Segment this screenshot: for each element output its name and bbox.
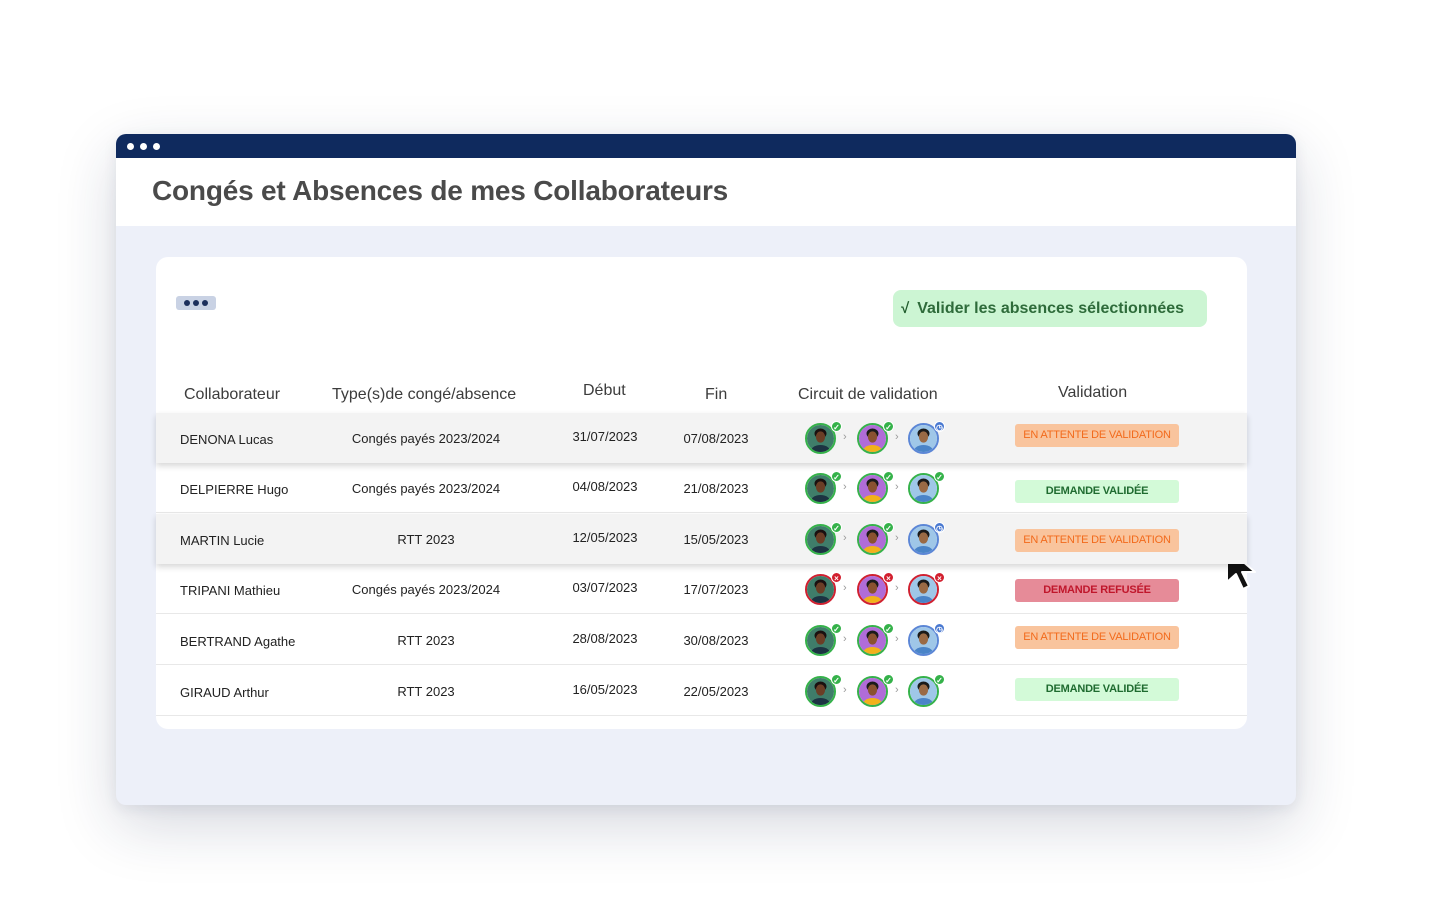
table-row[interactable]: MARTIN Lucie RTT 2023 12/05/2023 15/05/2023… <box>156 514 1247 564</box>
approved-check-icon: ✓ <box>934 471 945 482</box>
cell-name: MARTIN Lucie <box>180 533 265 548</box>
cell-type: Congés payés 2023/2024 <box>351 481 501 496</box>
table-row[interactable]: DELPIERRE Hugo Congés payés 2023/2024 04/0… <box>156 463 1247 513</box>
cell-name: BERTRAND Agathe <box>180 634 296 649</box>
chevron-right-icon: › <box>843 481 847 493</box>
window-dot-icon[interactable] <box>153 142 160 150</box>
cell-start: 31/07/2023 <box>572 429 638 444</box>
status-badge: DEMANDE VALIDÉE <box>1015 480 1179 503</box>
cell-start: 28/08/2023 <box>572 631 638 646</box>
cell-end: 22/05/2023 <box>683 684 749 699</box>
cell-start: 03/07/2023 <box>572 580 638 595</box>
check-icon: √ <box>901 300 910 317</box>
table-row[interactable]: GIRAUD Arthur RTT 2023 16/05/2023 22/05/202… <box>156 666 1247 716</box>
validation-circuit: ✓ ✓ ◷ › › <box>805 623 945 657</box>
cell-name: DENONA Lucas <box>180 432 274 447</box>
approved-check-icon: ✓ <box>883 674 894 685</box>
cell-start: 12/05/2023 <box>572 530 638 545</box>
more-icon <box>202 300 208 306</box>
more-icon <box>193 300 199 306</box>
approved-check-icon: ✓ <box>883 522 894 533</box>
refused-cross-icon: × <box>934 572 945 583</box>
validation-circuit: × × × › › <box>805 572 945 606</box>
app-window: Congés et Absences de mes Collaborateurs… <box>116 134 1296 805</box>
pending-clock-icon: ◷ <box>934 522 945 533</box>
cell-type: Congés payés 2023/2024 <box>351 582 501 597</box>
approved-check-icon: ✓ <box>934 674 945 685</box>
approved-check-icon: ✓ <box>883 623 894 634</box>
chevron-right-icon: › <box>843 431 847 443</box>
chevron-right-icon: › <box>895 481 899 493</box>
window-dot-icon[interactable] <box>140 142 147 150</box>
chevron-right-icon: › <box>895 431 899 443</box>
cell-type: Congés payés 2023/2024 <box>351 431 501 446</box>
more-icon <box>184 300 190 306</box>
chevron-right-icon: › <box>895 532 899 544</box>
validation-circuit: ✓ ✓ ◷ › › <box>805 421 945 455</box>
header-collaborateur[interactable]: Collaborateur <box>184 386 280 404</box>
validate-selected-button[interactable]: √ Valider les absences sélectionnées <box>893 290 1207 327</box>
approved-check-icon: ✓ <box>831 623 842 634</box>
cell-end: 21/08/2023 <box>683 481 749 496</box>
chevron-right-icon: › <box>895 633 899 645</box>
cell-end: 17/07/2023 <box>683 582 749 597</box>
header-validation[interactable]: Validation <box>1058 384 1127 402</box>
status-badge: EN ATTENTE DE VALIDATION <box>1015 529 1179 552</box>
page-title: Congés et Absences de mes Collaborateurs <box>152 175 729 206</box>
header-type[interactable]: Type(s)de congé/absence <box>332 386 516 404</box>
approved-check-icon: ✓ <box>831 522 842 533</box>
title-bar <box>116 134 1296 158</box>
table-row[interactable]: DENONA Lucas Congés payés 2023/2024 31/07/… <box>156 413 1247 463</box>
cell-name: DELPIERRE Hugo <box>180 482 289 497</box>
status-badge: EN ATTENTE DE VALIDATION <box>1015 424 1179 447</box>
header-circuit[interactable]: Circuit de validation <box>798 386 938 404</box>
chevron-right-icon: › <box>843 684 847 696</box>
cell-name: TRIPANI Mathieu <box>180 583 281 598</box>
chevron-right-icon: › <box>843 532 847 544</box>
approved-check-icon: ✓ <box>831 421 842 432</box>
cell-type: RTT 2023 <box>397 633 455 648</box>
status-badge: DEMANDE REFUSÉE <box>1015 579 1179 602</box>
chevron-right-icon: › <box>895 684 899 696</box>
page-header: Congés et Absences de mes Collaborateurs <box>116 158 1296 226</box>
validate-button-label: Valider les absences sélectionnées <box>917 299 1185 317</box>
chevron-right-icon: › <box>895 582 899 594</box>
status-badge: DEMANDE VALIDÉE <box>1015 678 1179 701</box>
more-options-button[interactable] <box>176 296 216 310</box>
table-row[interactable]: BERTRAND Agathe RTT 2023 28/08/2023 30/08/2… <box>156 615 1247 665</box>
pending-clock-icon: ◷ <box>934 421 945 432</box>
chevron-right-icon: › <box>843 633 847 645</box>
table-row[interactable]: TRIPANI Mathieu Congés payés 2023/2024 03/… <box>156 564 1247 614</box>
cell-start: 04/08/2023 <box>572 479 638 494</box>
validation-circuit: ✓ ✓ ✓ › › <box>805 471 945 505</box>
cell-end: 30/08/2023 <box>683 633 749 648</box>
refused-cross-icon: × <box>883 572 894 583</box>
status-badge: EN ATTENTE DE VALIDATION <box>1015 626 1179 649</box>
refused-cross-icon: × <box>831 572 842 583</box>
cell-start: 16/05/2023 <box>572 682 638 697</box>
chevron-right-icon: › <box>843 582 847 594</box>
header-debut[interactable]: Début <box>583 382 626 400</box>
header-fin[interactable]: Fin <box>705 386 727 404</box>
window-dot-icon[interactable] <box>127 142 134 150</box>
approved-check-icon: ✓ <box>831 674 842 685</box>
cell-type: RTT 2023 <box>397 532 455 547</box>
validation-circuit: ✓ ✓ ◷ › › <box>805 522 945 556</box>
cell-name: GIRAUD Arthur <box>180 685 269 700</box>
validation-circuit: ✓ ✓ ✓ › › <box>805 674 945 708</box>
approved-check-icon: ✓ <box>883 471 894 482</box>
cell-end: 07/08/2023 <box>683 431 749 446</box>
cell-type: RTT 2023 <box>397 684 455 699</box>
absences-card: √ Valider les absences sélectionnées Col… <box>156 257 1247 729</box>
approved-check-icon: ✓ <box>883 421 894 432</box>
pending-clock-icon: ◷ <box>934 623 945 634</box>
cell-end: 15/05/2023 <box>683 532 749 547</box>
approved-check-icon: ✓ <box>831 471 842 482</box>
